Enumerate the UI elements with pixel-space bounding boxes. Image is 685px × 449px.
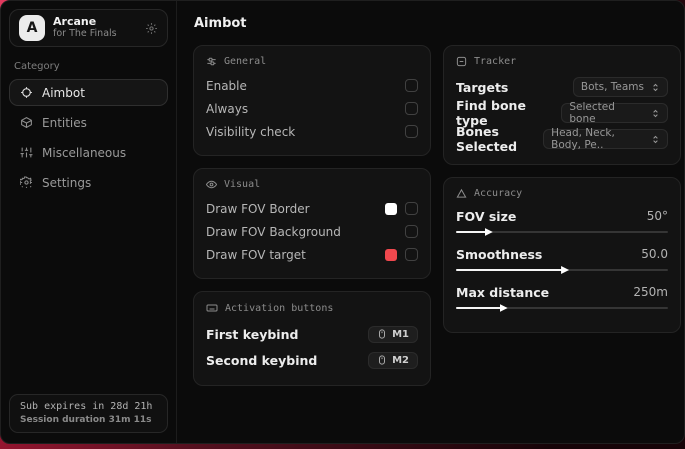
draw-fov-background-label: Draw FOV Background (206, 224, 341, 239)
visibility-check-label: Visibility check (206, 124, 296, 139)
max-distance-value: 250m (633, 285, 668, 299)
targets-label: Targets (456, 79, 509, 95)
right-column: Tracker Targets Bots, Teams Find bone ty… (443, 45, 681, 333)
draw-fov-target-label: Draw FOV target (206, 247, 306, 262)
smoothness-label: Smoothness (456, 246, 543, 262)
card-title-label: General (224, 56, 267, 67)
sidebar: A Arcane for The Finals Category Aimbot … (1, 1, 177, 443)
second-keybind-button[interactable]: M2 (368, 351, 418, 369)
sidebar-nav: Aimbot Entities Miscellaneous Settings (1, 79, 176, 196)
find-bone-type-dropdown[interactable]: Selected bone (561, 101, 668, 125)
slider-thumb[interactable] (499, 304, 508, 312)
category-label: Category (14, 61, 60, 72)
visual-icon (206, 179, 217, 190)
sidebar-item-label: Aimbot (42, 85, 85, 100)
dropdown-value: Head, Neck, Body, Pe.. (551, 127, 615, 151)
first-keybind-label: First keybind (206, 326, 299, 342)
card-title-label: Visual (224, 179, 261, 190)
subscription-info: Sub expires in 28d 21h Session duration … (9, 394, 168, 433)
cube-icon (20, 116, 33, 129)
bones-selected-label: Bones Selected (456, 124, 518, 154)
slider-thumb[interactable] (561, 266, 570, 274)
always-checkbox[interactable] (405, 102, 418, 115)
tracker-icon (456, 56, 467, 67)
mouse-icon (377, 355, 387, 365)
sidebar-item-settings[interactable]: Settings (9, 169, 168, 196)
app-header: A Arcane for The Finals (9, 9, 168, 47)
left-column: General Enable Always Visibility check V… (193, 45, 431, 386)
accuracy-card: Accuracy FOV size 50° Smoothness 50.0 Ma… (443, 177, 681, 333)
draw-fov-border-label: Draw FOV Border (206, 201, 310, 216)
chevrons-up-down-icon (651, 83, 660, 92)
tracker-card: Tracker Targets Bots, Teams Find bone ty… (443, 45, 681, 165)
enable-label: Enable (206, 78, 247, 93)
app-subtitle: for The Finals (53, 27, 117, 39)
mouse-icon (377, 329, 387, 339)
card-title-label: Tracker (474, 56, 517, 67)
crosshair-icon (20, 86, 33, 99)
app-title: Arcane (53, 15, 97, 29)
keybind-value: M1 (392, 328, 409, 340)
fov-size-label: FOV size (456, 208, 517, 224)
main-content: Aimbot General Enable Always Visibility … (177, 1, 684, 443)
first-keybind-button[interactable]: M1 (368, 325, 418, 343)
fov-size-value: 50° (646, 209, 668, 223)
card-title-label: Activation buttons (225, 302, 334, 314)
general-icon (206, 56, 217, 67)
accuracy-icon (456, 188, 467, 199)
general-card: General Enable Always Visibility check (193, 45, 431, 156)
fov-size-slider[interactable] (456, 228, 668, 236)
always-label: Always (206, 101, 249, 116)
chevrons-up-down-icon (651, 109, 660, 118)
sidebar-item-label: Settings (42, 175, 92, 190)
fov-border-color-swatch[interactable] (385, 202, 397, 215)
smoothness-value: 50.0 (641, 247, 668, 261)
slider-thumb[interactable] (484, 228, 493, 236)
max-distance-label: Max distance (456, 284, 550, 300)
sidebar-item-aimbot[interactable]: Aimbot (9, 79, 168, 106)
gear-icon (20, 176, 33, 189)
sub-expiry-text: Sub expires in 28d 21h (20, 401, 153, 412)
second-keybind-label: Second keybind (206, 352, 318, 368)
sidebar-item-entities[interactable]: Entities (9, 109, 168, 136)
session-duration-text: Session duration 31m 11s (20, 415, 152, 425)
sidebar-item-miscellaneous[interactable]: Miscellaneous (9, 139, 168, 166)
draw-fov-background-checkbox[interactable] (405, 225, 418, 238)
max-distance-slider[interactable] (456, 304, 668, 312)
smoothness-row: Smoothness 50.0 (456, 244, 668, 274)
bones-selected-dropdown[interactable]: Head, Neck, Body, Pe.. (543, 127, 668, 151)
app-logo: A (19, 15, 45, 41)
targets-dropdown[interactable]: Bots, Teams (572, 77, 668, 97)
dropdown-value: Selected bone (569, 101, 615, 125)
chevrons-up-down-icon (651, 135, 660, 144)
fov-target-color-swatch[interactable] (385, 248, 397, 261)
app-window: A Arcane for The Finals Category Aimbot … (0, 0, 685, 444)
page-title: Aimbot (194, 16, 247, 31)
enable-checkbox[interactable] (405, 79, 418, 92)
draw-fov-target-checkbox[interactable] (405, 248, 418, 261)
card-title-label: Accuracy (474, 188, 523, 199)
activation-card: Activation buttons First keybind M1 Seco… (193, 291, 431, 386)
sidebar-item-label: Miscellaneous (42, 145, 127, 160)
keybind-value: M2 (392, 354, 409, 366)
sliders-icon (20, 146, 33, 159)
max-distance-row: Max distance 250m (456, 282, 668, 312)
keyboard-icon (206, 302, 218, 314)
settings-icon[interactable] (145, 22, 158, 35)
visual-card: Visual Draw FOV Border Draw FOV Backgrou… (193, 168, 431, 279)
visibility-check-checkbox[interactable] (405, 125, 418, 138)
draw-fov-border-checkbox[interactable] (405, 202, 418, 215)
dropdown-value: Bots, Teams (580, 81, 644, 93)
smoothness-slider[interactable] (456, 266, 668, 274)
sidebar-item-label: Entities (42, 115, 87, 130)
fov-size-row: FOV size 50° (456, 206, 668, 236)
